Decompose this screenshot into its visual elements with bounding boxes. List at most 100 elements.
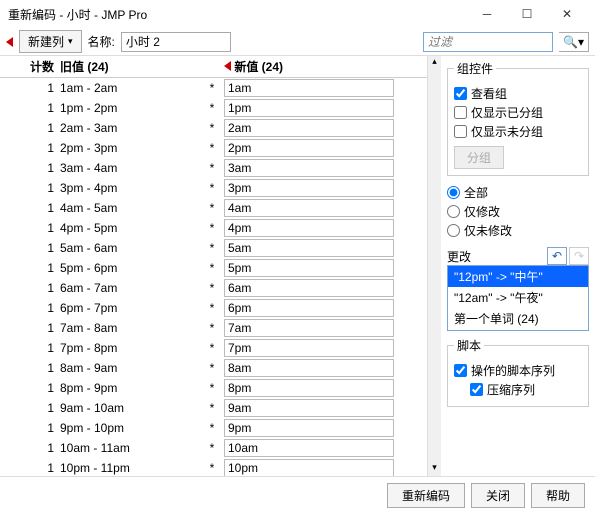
new-value-input[interactable] [224, 339, 394, 357]
count-cell: 1 [0, 241, 60, 255]
minimize-button[interactable]: ─ [467, 0, 507, 28]
compress-sequence-checkbox[interactable]: 压缩序列 [470, 381, 582, 398]
table-row[interactable]: 12am - 3am* [0, 118, 427, 138]
red-triangle-icon[interactable] [224, 61, 231, 71]
table-row[interactable]: 15am - 6am* [0, 238, 427, 258]
count-cell: 1 [0, 341, 60, 355]
view-groups-checkbox[interactable]: 查看组 [454, 85, 582, 102]
new-value-input[interactable] [224, 239, 394, 257]
modified-star: * [200, 121, 224, 135]
script-legend: 脚本 [454, 337, 484, 354]
count-cell: 1 [0, 321, 60, 335]
header-new[interactable]: 新值 (24) [224, 58, 404, 75]
new-value-input[interactable] [224, 139, 394, 157]
table-row[interactable]: 18am - 9am* [0, 358, 427, 378]
old-value-cell: 3pm - 4pm [60, 181, 200, 195]
new-value-input[interactable] [224, 159, 394, 177]
new-value-input[interactable] [224, 99, 394, 117]
count-cell: 1 [0, 221, 60, 235]
new-value-input[interactable] [224, 219, 394, 237]
count-cell: 1 [0, 441, 60, 455]
table-row[interactable]: 15pm - 6pm* [0, 258, 427, 278]
new-value-input[interactable] [224, 399, 394, 417]
new-value-input[interactable] [224, 299, 394, 317]
table-row[interactable]: 16pm - 7pm* [0, 298, 427, 318]
radio-only-modified[interactable]: 仅修改 [447, 203, 589, 220]
table-row[interactable]: 110am - 11am* [0, 438, 427, 458]
old-value-cell: 6pm - 7pm [60, 301, 200, 315]
table-row[interactable]: 110pm - 11pm* [0, 458, 427, 476]
new-value-input[interactable] [224, 119, 394, 137]
change-item[interactable]: 第一个单词 (24) [448, 308, 588, 329]
undo-button[interactable]: ↶ [547, 247, 567, 265]
only-grouped-checkbox[interactable]: 仅显示已分组 [454, 104, 582, 121]
red-triangle-icon[interactable] [6, 37, 13, 47]
new-value-input[interactable] [224, 359, 394, 377]
table-row[interactable]: 13am - 4am* [0, 158, 427, 178]
header-count[interactable]: 计数 [0, 58, 60, 75]
header-old[interactable]: 旧值 (24) [60, 58, 200, 75]
radio-only-unmodified[interactable]: 仅未修改 [447, 222, 589, 239]
op-script-sequence-checkbox[interactable]: 操作的脚本序列 [454, 362, 582, 379]
radio-all[interactable]: 全部 [447, 184, 589, 201]
modified-star: * [200, 141, 224, 155]
count-cell: 1 [0, 101, 60, 115]
count-cell: 1 [0, 381, 60, 395]
new-value-input[interactable] [224, 79, 394, 97]
modified-star: * [200, 81, 224, 95]
table-row[interactable]: 11pm - 2pm* [0, 98, 427, 118]
group-button[interactable]: 分组 [454, 146, 504, 169]
search-icon[interactable]: 🔍▾ [559, 32, 589, 52]
table-row[interactable]: 17am - 8am* [0, 318, 427, 338]
old-value-cell: 5am - 6am [60, 241, 200, 255]
count-cell: 1 [0, 81, 60, 95]
new-value-input[interactable] [224, 179, 394, 197]
help-button[interactable]: 帮助 [531, 483, 585, 508]
maximize-button[interactable]: ☐ [507, 0, 547, 28]
modified-star: * [200, 261, 224, 275]
table-row[interactable]: 14am - 5am* [0, 198, 427, 218]
new-value-input[interactable] [224, 259, 394, 277]
new-value-input[interactable] [224, 199, 394, 217]
new-value-input[interactable] [224, 379, 394, 397]
new-value-input[interactable] [224, 279, 394, 297]
old-value-cell: 7pm - 8pm [60, 341, 200, 355]
new-value-input[interactable] [224, 419, 394, 437]
window-buttons: ─ ☐ ✕ [467, 0, 587, 28]
modified-star: * [200, 201, 224, 215]
vertical-scrollbar[interactable]: ▴ ▾ [427, 56, 441, 476]
scroll-up-icon[interactable]: ▴ [432, 56, 437, 70]
modified-star: * [200, 181, 224, 195]
modified-star: * [200, 441, 224, 455]
recode-button[interactable]: 重新编码 [387, 483, 465, 508]
table-row[interactable]: 18pm - 9pm* [0, 378, 427, 398]
new-value-input[interactable] [224, 459, 394, 476]
modified-star: * [200, 381, 224, 395]
close-button[interactable]: ✕ [547, 0, 587, 28]
modified-star: * [200, 361, 224, 375]
only-ungrouped-checkbox[interactable]: 仅显示未分组 [454, 123, 582, 140]
table-row[interactable]: 12pm - 3pm* [0, 138, 427, 158]
table-row[interactable]: 17pm - 8pm* [0, 338, 427, 358]
filter-input[interactable] [423, 32, 553, 52]
scroll-down-icon[interactable]: ▾ [432, 462, 437, 476]
change-item[interactable]: "12pm" -> "中午" [448, 266, 588, 287]
close-dialog-button[interactable]: 关闭 [471, 483, 525, 508]
name-input[interactable] [121, 32, 231, 52]
changes-label: 更改 [447, 248, 471, 265]
table-row[interactable]: 19am - 10am* [0, 398, 427, 418]
table-row[interactable]: 19pm - 10pm* [0, 418, 427, 438]
change-item[interactable]: "12am" -> "午夜" [448, 287, 588, 308]
group-controls: 组控件 查看组 仅显示已分组 仅显示未分组 分组 [447, 60, 589, 176]
table-row[interactable]: 16am - 7am* [0, 278, 427, 298]
table-row[interactable]: 11am - 2am* [0, 78, 427, 98]
new-value-input[interactable] [224, 439, 394, 457]
group-legend: 组控件 [454, 60, 496, 77]
new-column-button[interactable]: 新建列▾ [19, 30, 82, 53]
changes-list[interactable]: "12pm" -> "中午""12am" -> "午夜"第一个单词 (24) [447, 265, 589, 331]
redo-button[interactable]: ↷ [569, 247, 589, 265]
window-title: 重新编码 - 小时 - JMP Pro [8, 6, 467, 23]
table-row[interactable]: 13pm - 4pm* [0, 178, 427, 198]
new-value-input[interactable] [224, 319, 394, 337]
table-row[interactable]: 14pm - 5pm* [0, 218, 427, 238]
